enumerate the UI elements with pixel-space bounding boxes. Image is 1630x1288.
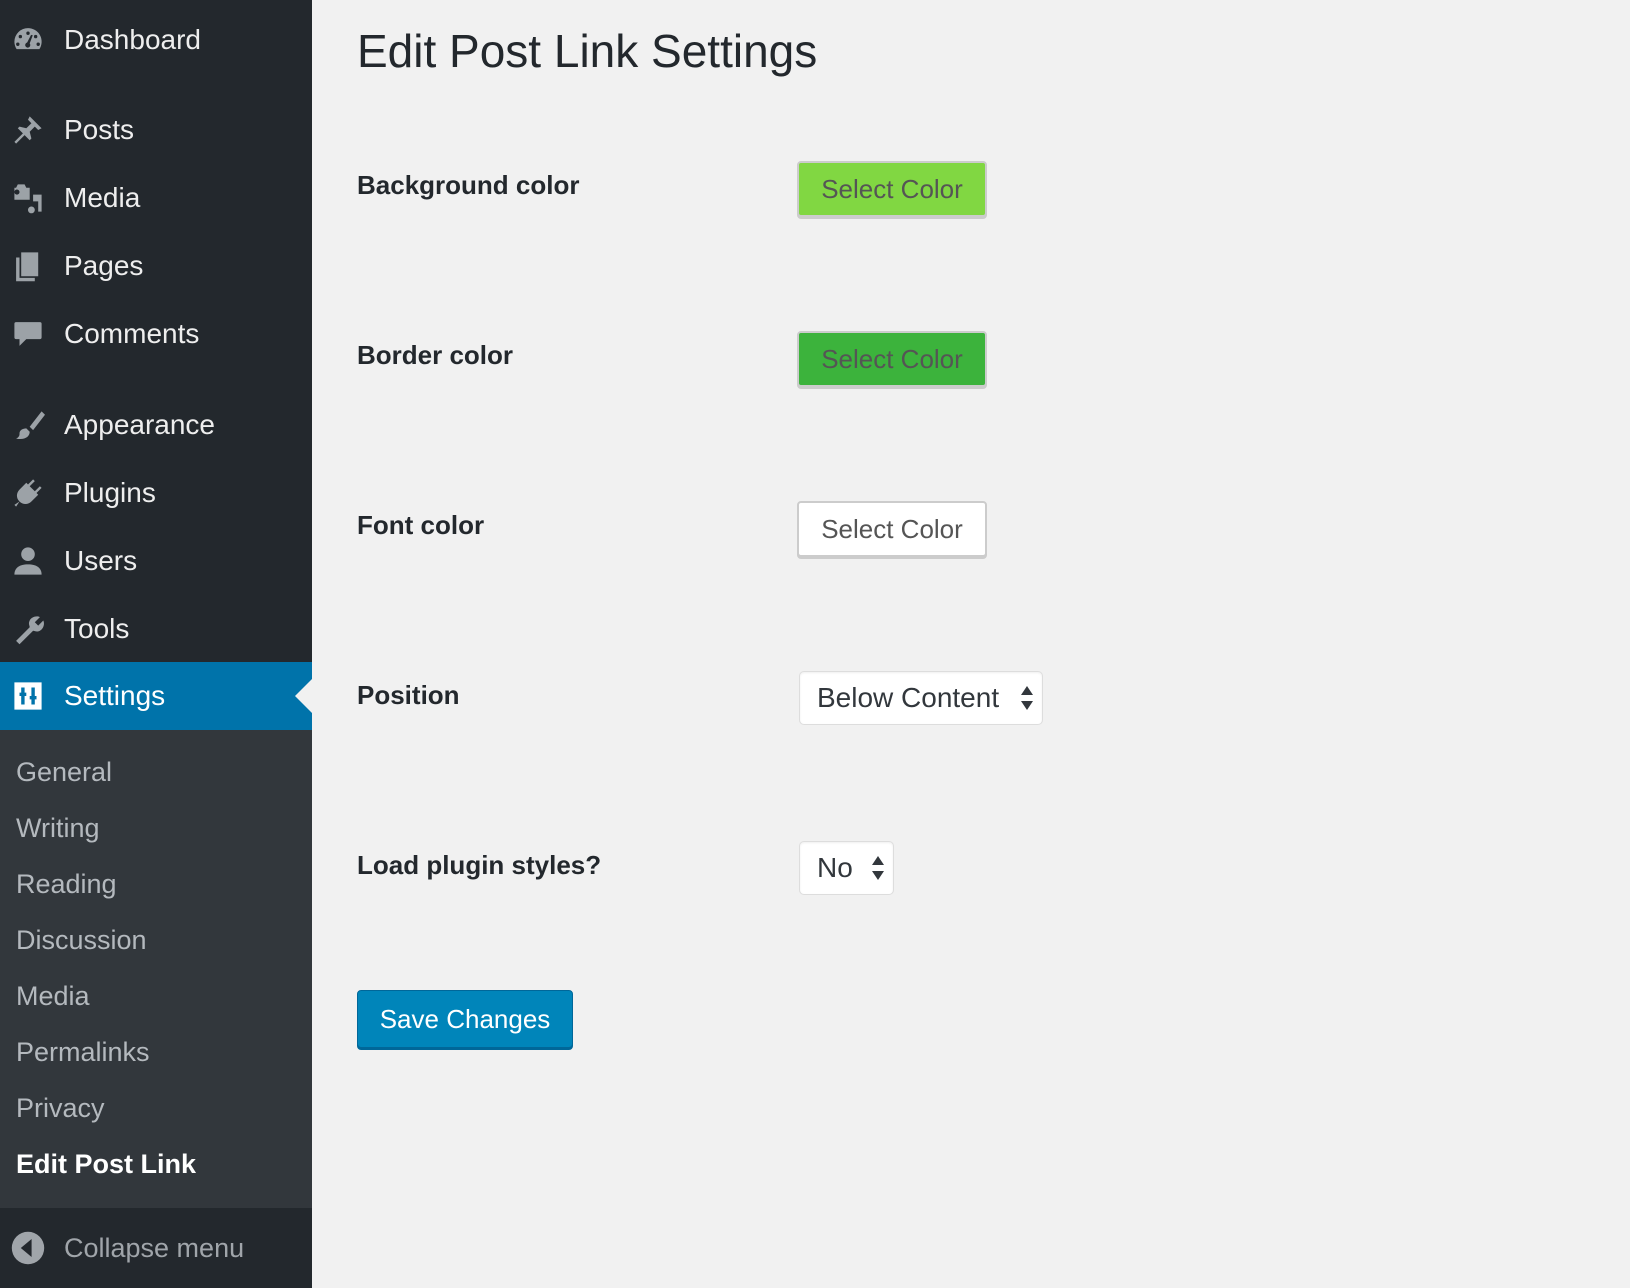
- background-color-label: Background color: [357, 170, 580, 200]
- dashboard-icon: [10, 22, 46, 58]
- sidebar-item-label: Media: [64, 182, 141, 213]
- sidebar-item-dashboard[interactable]: Dashboard: [0, 6, 312, 74]
- media-icon: [10, 180, 46, 216]
- collapse-arrow-icon: [10, 1230, 46, 1266]
- sidebar-item-plugins[interactable]: Plugins: [0, 459, 312, 527]
- sidebar-item-tools[interactable]: Tools: [0, 595, 312, 663]
- sidebar-item-label: Settings: [64, 680, 166, 711]
- pushpin-icon: [10, 112, 46, 148]
- submenu-item-permalinks[interactable]: Permalinks: [16, 1037, 150, 1068]
- font-color-picker-button[interactable]: Select Color: [797, 501, 987, 557]
- position-select-value: Below Content: [817, 682, 1000, 713]
- sidebar-item-label: Comments: [64, 318, 200, 349]
- sidebar-item-media[interactable]: Media: [0, 164, 312, 232]
- submenu-item-reading[interactable]: Reading: [16, 869, 117, 900]
- user-icon: [10, 543, 46, 579]
- sidebar-item-label: Tools: [64, 613, 130, 644]
- sidebar-item-label: Pages: [64, 250, 144, 281]
- active-indicator-arrow: [295, 679, 312, 713]
- sidebar-item-label: Plugins: [64, 477, 156, 508]
- sidebar-item-label: Users: [64, 545, 138, 576]
- submenu-item-general[interactable]: General: [16, 757, 112, 788]
- submenu-item-writing[interactable]: Writing: [16, 813, 100, 844]
- submenu-item-media[interactable]: Media: [16, 981, 90, 1012]
- select-arrows-icon: [1021, 686, 1033, 710]
- collapse-menu-label: Collapse menu: [64, 1232, 245, 1263]
- save-changes-button[interactable]: Save Changes: [357, 990, 573, 1048]
- sidebar-item-appearance[interactable]: Appearance: [0, 391, 312, 459]
- sidebar-item-posts[interactable]: Posts: [0, 96, 312, 164]
- sidebar-item-label: Posts: [64, 114, 135, 145]
- settings-sliders-icon: [10, 678, 46, 714]
- sidebar-item-label: Appearance: [64, 409, 216, 440]
- plugin-icon: [10, 475, 46, 511]
- submenu-item-discussion[interactable]: Discussion: [16, 925, 147, 956]
- submenu-item-edit-post-link[interactable]: Edit Post Link: [16, 1149, 196, 1180]
- load-plugin-styles-value: No: [817, 852, 853, 883]
- admin-sidebar: Dashboard Posts Media Pages Comments App…: [0, 0, 312, 1288]
- font-color-label: Font color: [357, 510, 485, 540]
- sidebar-item-pages[interactable]: Pages: [0, 232, 312, 300]
- sidebar-item-label: Dashboard: [64, 24, 201, 55]
- select-arrows-icon: [872, 856, 884, 880]
- sidebar-item-comments[interactable]: Comments: [0, 300, 312, 368]
- comment-icon: [10, 316, 46, 352]
- border-color-picker-button[interactable]: Select Color: [797, 331, 987, 387]
- wp-admin-page: Dashboard Posts Media Pages Comments App…: [0, 0, 1630, 1288]
- collapse-menu-button[interactable]: Collapse menu: [0, 1208, 312, 1288]
- load-plugin-styles-label: Load plugin styles?: [357, 850, 602, 880]
- position-label: Position: [357, 680, 460, 710]
- paintbrush-icon: [10, 407, 46, 443]
- submenu-item-privacy[interactable]: Privacy: [16, 1093, 105, 1124]
- position-select[interactable]: Below Content: [799, 671, 1043, 725]
- wrench-icon: [10, 611, 46, 647]
- main-content: Edit Post Link Settings Background color…: [312, 0, 1630, 1288]
- settings-submenu: General Writing Reading Discussion Media…: [0, 730, 312, 1208]
- sidebar-item-settings[interactable]: Settings: [0, 662, 312, 730]
- background-color-picker-button[interactable]: Select Color: [797, 161, 987, 217]
- page-title: Edit Post Link Settings: [357, 25, 818, 77]
- border-color-label: Border color: [357, 340, 514, 370]
- pages-icon: [10, 248, 46, 284]
- load-plugin-styles-select[interactable]: No: [799, 841, 894, 895]
- sidebar-item-users[interactable]: Users: [0, 527, 312, 595]
